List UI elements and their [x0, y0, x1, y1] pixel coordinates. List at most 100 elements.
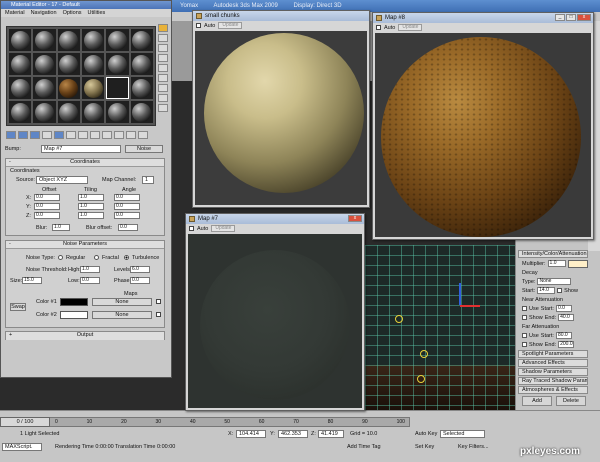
- small-chunks-titlebar[interactable]: small chunks: [193, 11, 369, 21]
- rollout-spotlight[interactable]: Spotlight Parameters: [518, 350, 588, 358]
- maximize-button[interactable]: □: [566, 14, 576, 21]
- decay-type-select[interactable]: None: [537, 278, 572, 285]
- x-tiling-field[interactable]: 1.0: [78, 194, 104, 201]
- y-coordinate-field[interactable]: 462.353: [278, 430, 308, 438]
- color1-map-button[interactable]: None: [92, 298, 152, 306]
- put-to-library-button[interactable]: [78, 131, 88, 139]
- color1-map-checkbox[interactable]: [156, 299, 161, 304]
- levels-field[interactable]: 6.0: [130, 266, 150, 273]
- add-time-tag-button[interactable]: Add Time Tag: [347, 444, 381, 450]
- rollout-raytraced-shadows[interactable]: Ray Traced Shadow Params: [518, 377, 588, 385]
- sample-slot[interactable]: [106, 53, 129, 75]
- near-start-field[interactable]: 0.0: [555, 305, 572, 312]
- map7-update-button[interactable]: Update: [211, 225, 236, 232]
- light-icon[interactable]: [395, 315, 403, 323]
- sample-slot[interactable]: [9, 29, 32, 51]
- sample-slot[interactable]: [9, 53, 32, 75]
- light-icon[interactable]: [417, 375, 425, 383]
- set-key-button[interactable]: Set Key: [415, 444, 434, 450]
- menu-options[interactable]: Options: [63, 9, 82, 17]
- sample-slot[interactable]: [82, 53, 105, 75]
- far-use-checkbox[interactable]: [522, 333, 527, 338]
- uv-tiling-button[interactable]: [158, 54, 168, 62]
- time-slider[interactable]: 0 / 100: [0, 417, 50, 427]
- gizmo-x-axis[interactable]: [460, 305, 480, 307]
- noise-type-regular-radio[interactable]: [58, 255, 63, 260]
- multiplier-field[interactable]: 1.0: [547, 260, 566, 267]
- show-map-button[interactable]: [102, 131, 112, 139]
- go-to-parent-button[interactable]: [126, 131, 136, 139]
- viewport-perspective[interactable]: [365, 245, 515, 410]
- color2-swatch[interactable]: [60, 311, 88, 319]
- map8-auto-checkbox[interactable]: [376, 25, 381, 30]
- material-id-button[interactable]: [90, 131, 100, 139]
- map7-auto-checkbox[interactable]: [189, 226, 194, 231]
- video-check-button[interactable]: [158, 64, 168, 72]
- blur-field[interactable]: 1.0: [52, 224, 70, 231]
- show-end-result-button[interactable]: [114, 131, 124, 139]
- small-chunks-update-button[interactable]: Update: [218, 22, 243, 29]
- reset-map-button[interactable]: [42, 131, 52, 139]
- put-material-button[interactable]: [18, 131, 28, 139]
- sample-slot[interactable]: [82, 101, 105, 123]
- size-field[interactable]: 15.0: [22, 277, 42, 284]
- near-show-checkbox[interactable]: [522, 315, 527, 320]
- rollout-atmospheres[interactable]: Atmospheres & Effects: [518, 386, 588, 394]
- color2-map-button[interactable]: None: [92, 311, 152, 319]
- menu-utilities[interactable]: Utilities: [88, 9, 106, 17]
- light-color-swatch[interactable]: [567, 259, 588, 268]
- color1-swatch[interactable]: [60, 298, 88, 306]
- x-angle-field[interactable]: 0.0: [114, 194, 140, 201]
- map-type-button[interactable]: Noise: [125, 145, 163, 153]
- noise-type-turbulence-radio[interactable]: [124, 255, 129, 260]
- decay-show-checkbox[interactable]: [557, 288, 563, 293]
- phase-field[interactable]: 0.0: [130, 277, 150, 284]
- far-start-field[interactable]: 80.0: [555, 332, 572, 339]
- sample-slot[interactable]: [82, 77, 105, 99]
- delete-button[interactable]: Delete: [556, 396, 586, 406]
- sample-slot[interactable]: [9, 77, 32, 99]
- z-angle-field[interactable]: 0.0: [114, 212, 140, 219]
- sample-slot[interactable]: [130, 101, 153, 123]
- material-navigator-button[interactable]: [158, 104, 168, 112]
- map8-titlebar[interactable]: Map #8 _ □ x: [373, 13, 593, 23]
- map7-titlebar[interactable]: Map #7 x: [186, 214, 364, 224]
- sample-slot[interactable]: [82, 29, 105, 51]
- close-icon[interactable]: x: [577, 14, 591, 21]
- coordinates-header[interactable]: - Coordinates: [6, 159, 164, 167]
- go-forward-sibling-button[interactable]: [138, 131, 148, 139]
- backlight-button[interactable]: [158, 34, 168, 42]
- y-angle-field[interactable]: 0.0: [114, 203, 140, 210]
- sample-slot[interactable]: [9, 101, 32, 123]
- near-use-checkbox[interactable]: [522, 306, 527, 311]
- sample-slot[interactable]: [33, 29, 56, 51]
- sample-slot[interactable]: [130, 77, 153, 99]
- low-field[interactable]: 0.0: [80, 277, 100, 284]
- high-field[interactable]: 1.0: [80, 266, 100, 273]
- background-button[interactable]: [158, 44, 168, 52]
- add-button[interactable]: Add: [522, 396, 552, 406]
- make-copy-button[interactable]: [54, 131, 64, 139]
- far-end-field[interactable]: 200.0: [558, 341, 575, 348]
- sample-slot[interactable]: [33, 101, 56, 123]
- menu-navigation[interactable]: Navigation: [31, 9, 57, 17]
- sample-slot[interactable]: [106, 101, 129, 123]
- color2-map-checkbox[interactable]: [156, 312, 161, 317]
- key-filters-button[interactable]: Key Filters...: [458, 444, 489, 450]
- make-preview-button[interactable]: [158, 74, 168, 82]
- sample-slot[interactable]: [33, 77, 56, 99]
- blur-offset-field[interactable]: 0.0: [118, 224, 138, 231]
- close-icon[interactable]: x: [348, 215, 362, 222]
- rollout-shadow-parameters[interactable]: Shadow Parameters: [518, 368, 588, 376]
- z-offset-field[interactable]: 0.0: [34, 212, 60, 219]
- map-channel-field[interactable]: 1: [142, 176, 154, 184]
- select-by-material-button[interactable]: [158, 94, 168, 102]
- noise-type-fractal-radio[interactable]: [94, 255, 99, 260]
- sample-slot-active[interactable]: [106, 77, 129, 99]
- decay-start-field[interactable]: 14.0: [537, 287, 556, 294]
- noise-parameters-header[interactable]: - Noise Parameters: [6, 241, 164, 249]
- sample-slot[interactable]: [106, 29, 129, 51]
- maxscript-listener[interactable]: MAXScript.: [2, 443, 42, 451]
- z-tiling-field[interactable]: 1.0: [78, 212, 104, 219]
- timeline-track[interactable]: 0 10 20 30 40 50 60 70 80 90 100: [0, 417, 410, 427]
